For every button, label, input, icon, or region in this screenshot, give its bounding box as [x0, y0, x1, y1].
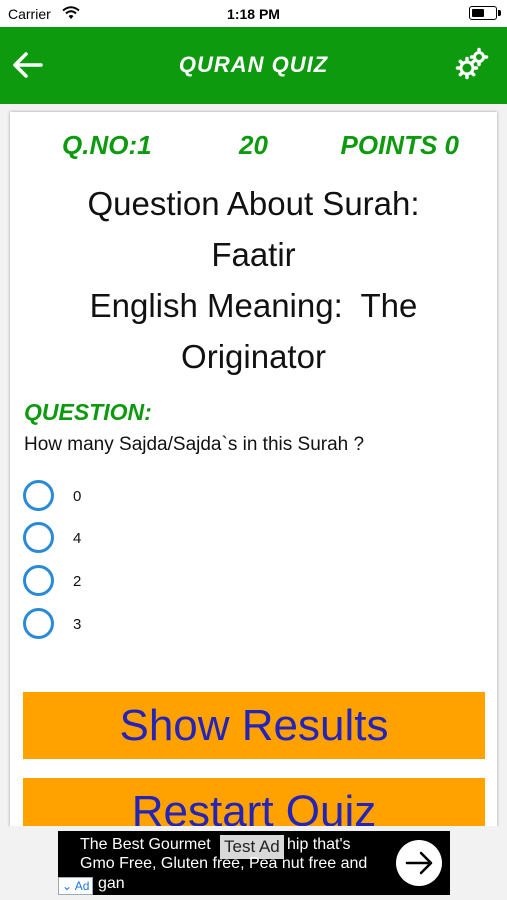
- meaning-line: English Meaning: The: [89, 287, 418, 324]
- answer-option[interactable]: 2: [23, 565, 223, 601]
- ad-text-line: hip that's: [287, 836, 351, 853]
- answer-option[interactable]: 4: [23, 522, 223, 558]
- page-title: QURAN QUIZ: [178, 52, 329, 77]
- battery-icon: [469, 6, 501, 20]
- surah-name: Faatir: [211, 236, 296, 273]
- meaning-value: Originator: [181, 338, 326, 375]
- radio-icon[interactable]: [23, 565, 54, 596]
- ad-badge[interactable]: ⌄ Ad: [58, 877, 94, 895]
- ad-text-line: gan: [98, 875, 125, 892]
- status-bar: Carrier 1:18 PM: [0, 0, 507, 27]
- surah-line: Question About Surah:: [87, 185, 420, 222]
- question-text: How many Sajda/Sajda`s in this Surah ?: [24, 434, 365, 455]
- arrow-right-icon: [405, 851, 433, 875]
- radio-icon[interactable]: [23, 522, 54, 553]
- ad-banner[interactable]: The Best Gourmet hip that's Test Ad Gmo …: [58, 831, 450, 895]
- gears-icon[interactable]: [455, 47, 489, 81]
- nav-bar: QURAN QUIZ: [0, 27, 507, 104]
- question-heading: QUESTION:: [24, 399, 152, 425]
- answer-option[interactable]: 3: [23, 608, 223, 644]
- ad-text-line: Gmo Free, Gluten free, Pea nut free and: [80, 855, 368, 872]
- ad-arrow-button[interactable]: [396, 840, 442, 886]
- points: POINTS 0: [340, 130, 459, 160]
- answer-option[interactable]: 0: [23, 480, 223, 516]
- show-results-button[interactable]: Show Results: [23, 692, 485, 759]
- ad-badge-label: Ad: [74, 879, 90, 893]
- status-time: 1:18 PM: [227, 6, 280, 22]
- option-label: 4: [73, 530, 82, 547]
- radio-icon[interactable]: [23, 480, 54, 511]
- surah-info: Question About Surah: Faatir English Mea…: [20, 178, 487, 382]
- option-label: 2: [73, 573, 82, 590]
- option-label: 3: [73, 616, 82, 633]
- ad-text-line: The Best Gourmet: [80, 836, 211, 853]
- radio-icon[interactable]: [23, 608, 54, 639]
- option-label: 0: [73, 488, 82, 505]
